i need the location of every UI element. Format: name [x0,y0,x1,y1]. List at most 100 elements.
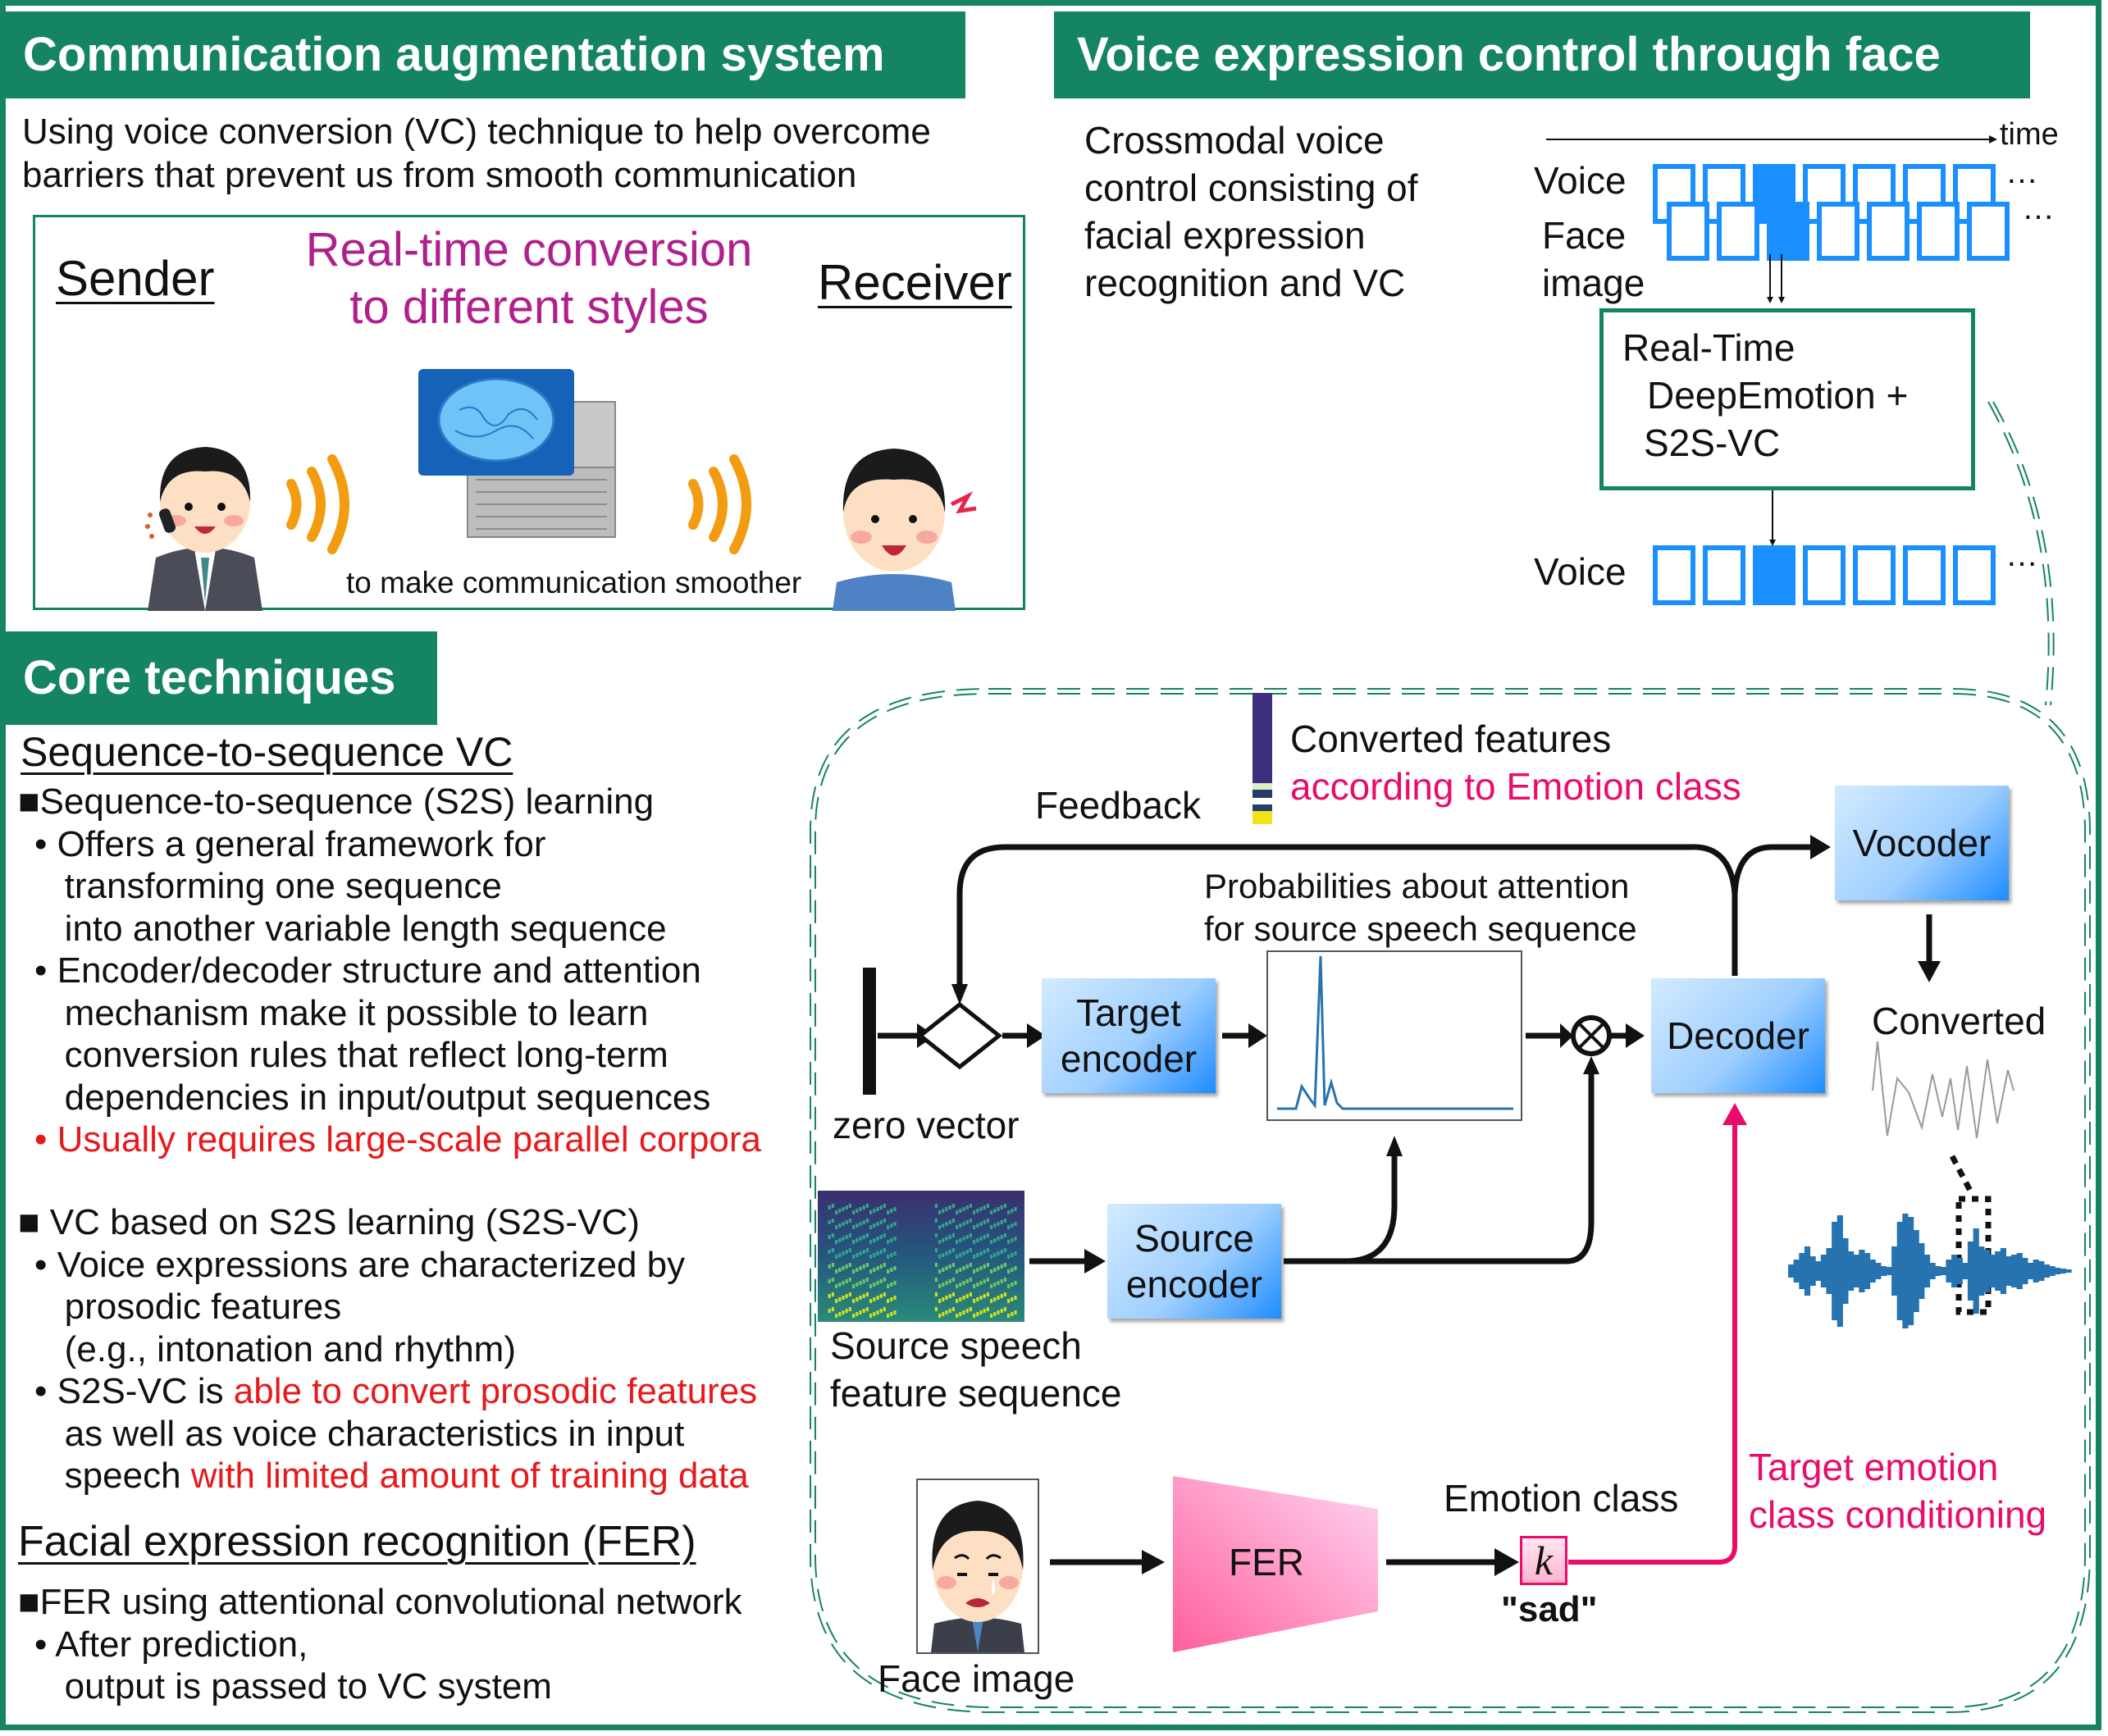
waveform-bar [2049,1266,2056,1276]
spectrogram-cell [848,1219,851,1223]
spectrogram-cell [976,1253,979,1257]
spectrogram-cell [965,1235,969,1239]
spectrogram-cell [893,1281,897,1285]
spectrogram-cell [869,1299,873,1303]
spectrogram-cell [948,1309,951,1313]
spectrogram-cell [852,1299,856,1303]
spectrogram-cell [890,1209,893,1213]
spectrogram-cell [976,1283,979,1287]
spectrogram-cell [852,1314,856,1318]
spectrogram-cell [876,1281,879,1285]
spectrogram-cell [883,1278,886,1282]
decoder-block: Decoder [1651,978,1825,1093]
waveform-bar [1978,1246,1985,1296]
spectrogram-cell [876,1310,879,1315]
waveform-bar [1983,1250,1990,1292]
spectrogram-cell [887,1299,890,1303]
spectrogram-cell [893,1266,897,1270]
waveform-bar [1919,1243,1925,1299]
waveform-bar [2016,1253,2023,1289]
spectrogram-cell [887,1225,890,1229]
spectrogram-cell [973,1314,976,1318]
converted-label: Converted [1872,1000,2046,1042]
spectrogram-cell [983,1309,986,1313]
spectrogram-cell [951,1248,955,1252]
spectrogram-cell [859,1296,862,1300]
spectrogram-cell [887,1314,890,1318]
spectrogram-cell [997,1310,1000,1315]
spectrogram-cell [831,1278,834,1282]
spectrogram-cell [873,1297,876,1301]
spectrogram-cell [845,1205,848,1210]
spectrogram-cell [856,1268,859,1272]
spectrogram-cell [883,1307,886,1311]
spectrogram-cell [1003,1248,1006,1252]
target-encoder-block: Target encoder [1042,978,1216,1093]
spectrogram-cell [948,1220,951,1224]
spectrogram-cell [890,1223,893,1228]
spectrogram-cell [951,1263,955,1267]
waveform-bar [2060,1269,2066,1274]
spectrogram-cell [959,1268,962,1272]
spectrogram-cell [938,1269,942,1274]
spectrogram-cell [831,1233,834,1237]
spectrogram-cell [838,1283,842,1287]
waveform-bar [2027,1263,2034,1279]
spectrogram-cell [1014,1207,1017,1211]
spectrogram-cell [838,1238,842,1242]
spectrogram-cell [948,1235,951,1239]
spectrogram-cell [1000,1235,1003,1239]
spectrogram-cell [938,1284,942,1288]
spectrogram-cell [976,1297,979,1301]
spectrogram-cell [887,1284,890,1288]
spectrogram-cell [973,1255,976,1259]
spectrogram-cell [986,1307,989,1311]
waveform-bar [1929,1263,1936,1279]
spectrogram-cell [956,1314,959,1318]
waveform-bar [2033,1260,2039,1283]
spectrogram-cell [831,1307,834,1311]
spectrogram-cell [848,1248,851,1252]
spectrogram-cell [942,1268,945,1272]
target-conditioning-label: Target emotion class conditioning [1749,1446,2047,1536]
spectrogram-cell [838,1268,842,1272]
spectrogram-cell [1007,1269,1011,1274]
spectrogram-cell [879,1264,883,1269]
spectrogram-cell [890,1253,893,1257]
spectrogram-cell [938,1210,942,1214]
spectrogram-cell [997,1296,1000,1300]
spectrogram-cell [986,1278,989,1282]
spectrogram-cell [1000,1220,1003,1224]
spectrogram-cell [1007,1225,1011,1229]
spectrogram-cell [1011,1312,1014,1316]
spectrogram-cell [1011,1268,1014,1272]
spectrogram-cell [990,1299,993,1303]
spectrogram-cell [859,1310,862,1315]
spectrogram-cell [1000,1279,1003,1283]
spectrogram-cell [873,1312,876,1316]
spectrogram-cell [942,1238,945,1242]
spectrogram-cell [848,1292,851,1296]
spectrogram-cell [1007,1255,1011,1259]
spectrogram-cell [969,1204,972,1208]
spectrogram-cell [862,1220,865,1224]
spectrogram-cell [865,1278,869,1282]
spectrogram-cell [993,1253,997,1257]
waveform-bar [2005,1256,2012,1286]
spectrogram-cell [973,1240,976,1244]
spectrogram-cell [956,1240,959,1244]
spectrogram-cell [869,1240,873,1244]
spectrogram-cell [959,1297,962,1301]
spectrogram-cell [879,1235,883,1239]
spectrogram-cell [869,1210,873,1214]
spectrogram-cell [876,1207,879,1211]
waveform-bar [1832,1222,1838,1320]
spectrogram-cell [1011,1297,1014,1301]
spectrogram-cell [976,1238,979,1242]
spectrogram-cell [862,1250,865,1254]
spectrogram-cell [969,1248,972,1252]
spectrogram-cell [951,1219,955,1223]
spectrogram-cell [883,1263,886,1267]
spectrogram-cell [838,1223,842,1228]
spectrogram-cell [876,1222,879,1226]
